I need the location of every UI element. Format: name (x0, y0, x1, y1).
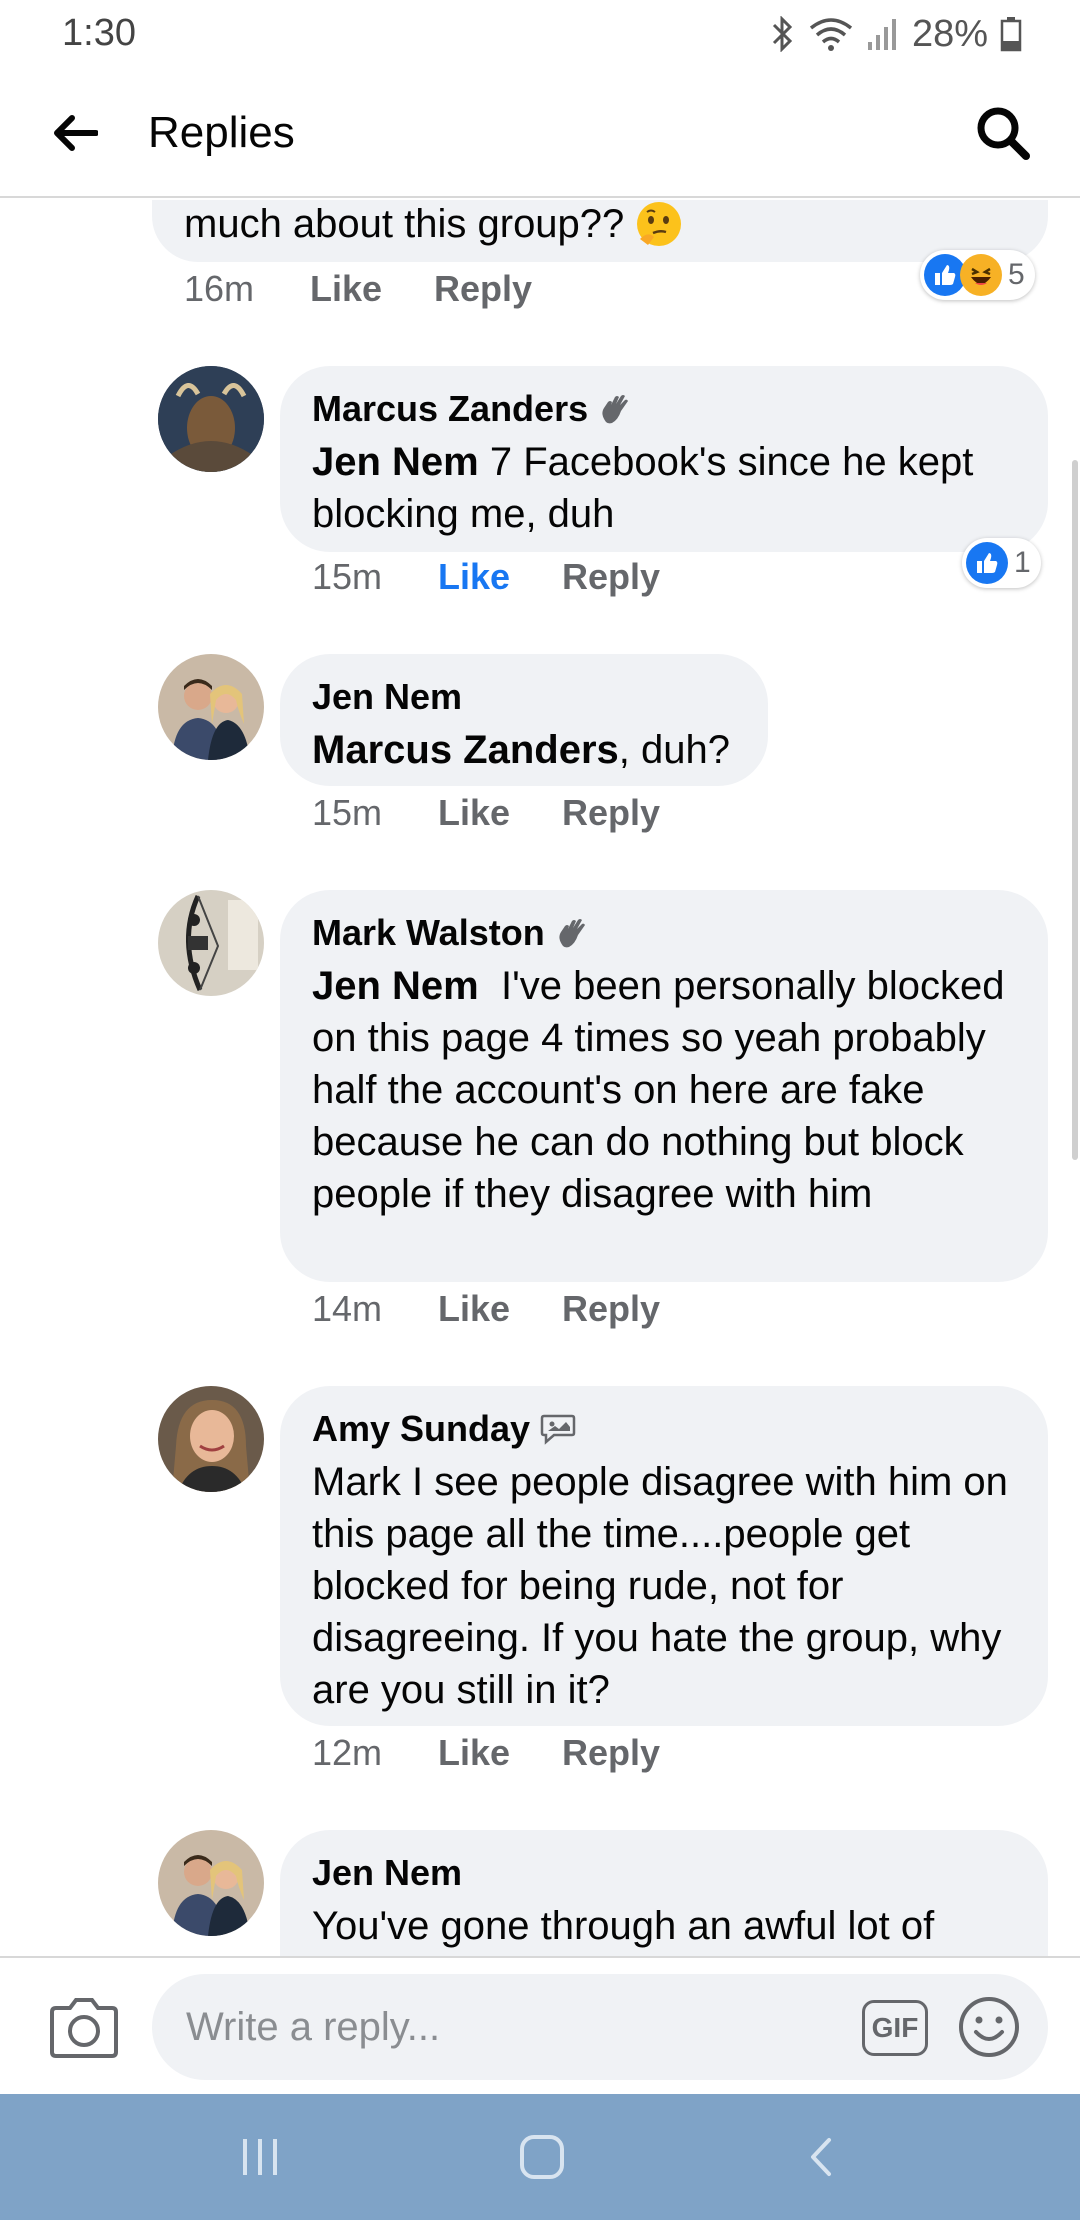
arrow-left-icon (54, 115, 98, 151)
back-nav-button[interactable] (792, 2132, 852, 2182)
replies-feed[interactable]: much about this group?? 16m Like Reply 5… (0, 200, 1080, 1956)
status-time: 1:30 (62, 12, 136, 54)
search-button[interactable] (970, 100, 1036, 166)
comment-bubble[interactable]: Jen Nem You've gone through an awful lot… (280, 1830, 1048, 1956)
avatar[interactable] (158, 654, 264, 760)
haha-reaction-icon (960, 254, 1002, 296)
search-icon (977, 107, 1030, 160)
reaction-summary[interactable]: 5 (920, 250, 1035, 300)
gif-button[interactable]: GIF (862, 2000, 928, 2056)
page-title: Replies (148, 108, 295, 157)
comment-meta: 16m Like Reply (184, 268, 532, 310)
bluetooth-icon (772, 16, 793, 52)
app-header: Replies (0, 70, 1080, 198)
reaction-summary[interactable]: 1 (962, 538, 1041, 588)
comment-meta: 15m Like Reply (312, 792, 660, 834)
comment-author[interactable]: Mark Walston (312, 912, 545, 954)
like-button[interactable]: Like (438, 1288, 562, 1330)
comment-author[interactable]: Amy Sunday (312, 1408, 530, 1450)
like-button[interactable]: Like (438, 556, 562, 598)
like-button[interactable]: Like (438, 1732, 562, 1774)
comment-bubble[interactable]: Jen Nem Marcus Zanders, duh? (280, 654, 768, 786)
comment-bubble[interactable]: Marcus Zanders Jen Nem 7 Facebook's sinc… (280, 366, 1048, 552)
conversation-starter-icon (540, 1414, 576, 1445)
smiley-icon (959, 1997, 1019, 2057)
avatar[interactable] (158, 1386, 264, 1492)
comment-time: 16m (184, 268, 255, 309)
comment-text: , duh? (618, 728, 730, 772)
camera-button[interactable] (48, 1994, 120, 2060)
reply-button[interactable]: Reply (562, 556, 660, 598)
mention[interactable]: Jen Nem (312, 440, 479, 484)
camera-icon (50, 1998, 118, 2058)
system-nav-bar (0, 2094, 1080, 2220)
reply-button[interactable]: Reply (562, 1288, 660, 1330)
status-bar: 1:30 28% (0, 0, 1080, 66)
signal-icon (867, 19, 896, 50)
thinking-face-icon (637, 202, 682, 246)
avatar[interactable] (158, 1830, 264, 1936)
avatar[interactable] (158, 890, 264, 996)
mention[interactable]: Marcus Zanders (312, 728, 619, 772)
comment-time: 15m (312, 792, 383, 833)
comment-text: Mark I see people disagree with him on t… (312, 1460, 1008, 1712)
comment-bubble[interactable]: Mark Walston Jen Nem I've been personall… (280, 890, 1048, 1282)
comment-author[interactable]: Jen Nem (312, 676, 462, 718)
reply-composer: GIF (0, 1956, 1080, 2094)
reaction-count: 5 (1008, 258, 1025, 291)
comment-time: 15m (312, 556, 383, 597)
comment-time: 14m (312, 1288, 383, 1329)
comment-meta: 15m Like Reply (312, 556, 660, 598)
wave-badge-icon (559, 919, 585, 948)
comment-text: much about this group?? (184, 202, 625, 246)
wifi-icon (809, 18, 853, 51)
reply-button[interactable]: Reply (562, 792, 660, 834)
mention[interactable]: Jen Nem (312, 964, 479, 1008)
reply-button[interactable]: Reply (434, 268, 532, 310)
like-button[interactable]: Like (438, 792, 562, 834)
emoji-button[interactable] (958, 1996, 1020, 2058)
status-icons: 28% (768, 12, 1022, 56)
comment-author[interactable]: Jen Nem (312, 1852, 462, 1894)
avatar[interactable] (158, 366, 264, 472)
home-icon (520, 2135, 564, 2179)
battery-percent: 28% (911, 12, 988, 55)
scrollbar[interactable] (1072, 460, 1078, 1160)
battery-icon (1000, 17, 1022, 52)
comment-bubble[interactable]: much about this group?? (152, 200, 1048, 262)
like-button[interactable]: Like (310, 268, 434, 310)
comment-text: You've gone through an awful lot of (312, 1904, 935, 1948)
comment-meta: 14m Like Reply (312, 1288, 660, 1330)
recent-apps-icon (243, 2139, 277, 2175)
like-reaction-icon (966, 542, 1008, 584)
recent-apps-button[interactable] (230, 2132, 290, 2182)
comment-meta: 12m Like Reply (312, 1732, 660, 1774)
back-icon (811, 2138, 831, 2176)
wave-badge-icon (602, 395, 629, 424)
reply-button[interactable]: Reply (562, 1732, 660, 1774)
back-button[interactable] (42, 100, 108, 166)
comment-author[interactable]: Marcus Zanders (312, 388, 588, 430)
comment-time: 12m (312, 1732, 383, 1773)
home-button[interactable] (512, 2132, 572, 2182)
reaction-count: 1 (1014, 546, 1031, 579)
comment-bubble[interactable]: Amy Sunday Mark I see people disagree wi… (280, 1386, 1048, 1726)
